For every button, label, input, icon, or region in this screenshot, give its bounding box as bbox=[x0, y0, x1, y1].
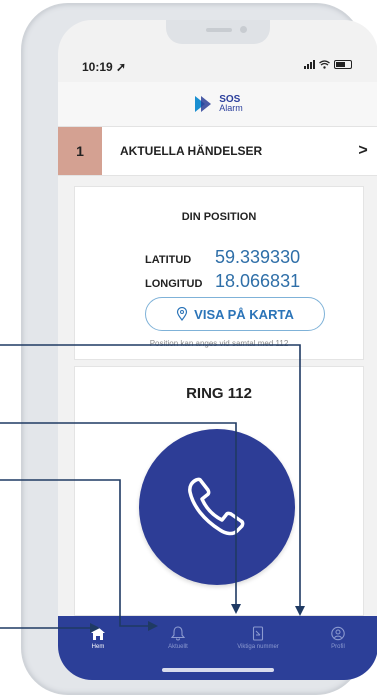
chevron-right-icon: > bbox=[358, 142, 368, 159]
call-112-button[interactable] bbox=[139, 429, 295, 585]
position-title: DIN POSITION bbox=[181, 211, 257, 223]
show-on-map-button[interactable]: VISA PÅ KARTA bbox=[145, 297, 325, 331]
longitude-value: 18.066831 bbox=[215, 271, 301, 291]
latitude-row: LATITUD 59.339330 bbox=[145, 247, 300, 268]
speaker bbox=[206, 28, 232, 32]
status-icons bbox=[304, 60, 352, 69]
profile-icon bbox=[331, 626, 345, 641]
phone-icon bbox=[188, 477, 245, 536]
show-on-map-label: VISA PÅ KARTA bbox=[194, 306, 294, 322]
nav-label-profile: Profil bbox=[331, 644, 345, 650]
battery-icon bbox=[334, 60, 352, 69]
position-hint: Position kan anges vid samtal med 112 bbox=[149, 339, 289, 348]
nav-item-profile[interactable]: Profil bbox=[298, 616, 377, 680]
longitude-row: LONGITUD 18.066831 bbox=[145, 271, 300, 292]
phone-screen: 10:19 ➚ SOS Alarm 1 AKTUELLA HÄNDELSER >… bbox=[58, 20, 377, 680]
current-events-row[interactable]: 1 AKTUELLA HÄNDELSER > bbox=[58, 126, 377, 176]
nav-item-home[interactable]: Hem bbox=[58, 616, 138, 680]
map-pin-icon bbox=[177, 307, 188, 321]
location-arrow-icon: ➚ bbox=[116, 60, 127, 74]
contacts-icon bbox=[252, 626, 264, 641]
logo-sub: Alarm bbox=[219, 103, 243, 113]
status-time-text: 10:19 bbox=[82, 60, 113, 74]
home-indicator bbox=[162, 668, 274, 672]
signal-icon bbox=[304, 60, 315, 69]
latitude-label: LATITUD bbox=[145, 254, 192, 266]
latitude-value: 59.339330 bbox=[215, 247, 301, 267]
call-card: RING 112 bbox=[74, 366, 364, 616]
status-time: 10:19 ➚ bbox=[82, 60, 126, 74]
call-title: RING 112 bbox=[186, 385, 252, 402]
notch bbox=[166, 20, 270, 44]
nav-label-important-numbers: Viktiga nummer bbox=[237, 644, 279, 650]
events-label: AKTUELLA HÄNDELSER bbox=[120, 144, 263, 158]
nav-label-current: Aktuellt bbox=[168, 644, 188, 650]
position-card: DIN POSITION LATITUD 59.339330 LONGITUD … bbox=[74, 186, 364, 360]
home-icon bbox=[91, 627, 105, 640]
sos-logo-text: SOS Alarm bbox=[219, 95, 243, 113]
phone-frame: 10:19 ➚ SOS Alarm 1 AKTUELLA HÄNDELSER >… bbox=[22, 4, 377, 694]
bell-icon bbox=[170, 626, 186, 641]
screenshot: 10:19 ➚ SOS Alarm 1 AKTUELLA HÄNDELSER >… bbox=[0, 0, 377, 695]
app-header: SOS Alarm bbox=[58, 82, 377, 126]
wifi-icon bbox=[319, 60, 330, 69]
camera bbox=[240, 26, 247, 33]
events-count-badge: 1 bbox=[58, 127, 102, 175]
longitude-label: LONGITUD bbox=[145, 278, 203, 290]
sos-logo-icon bbox=[195, 96, 212, 112]
nav-label-home: Hem bbox=[91, 644, 105, 650]
